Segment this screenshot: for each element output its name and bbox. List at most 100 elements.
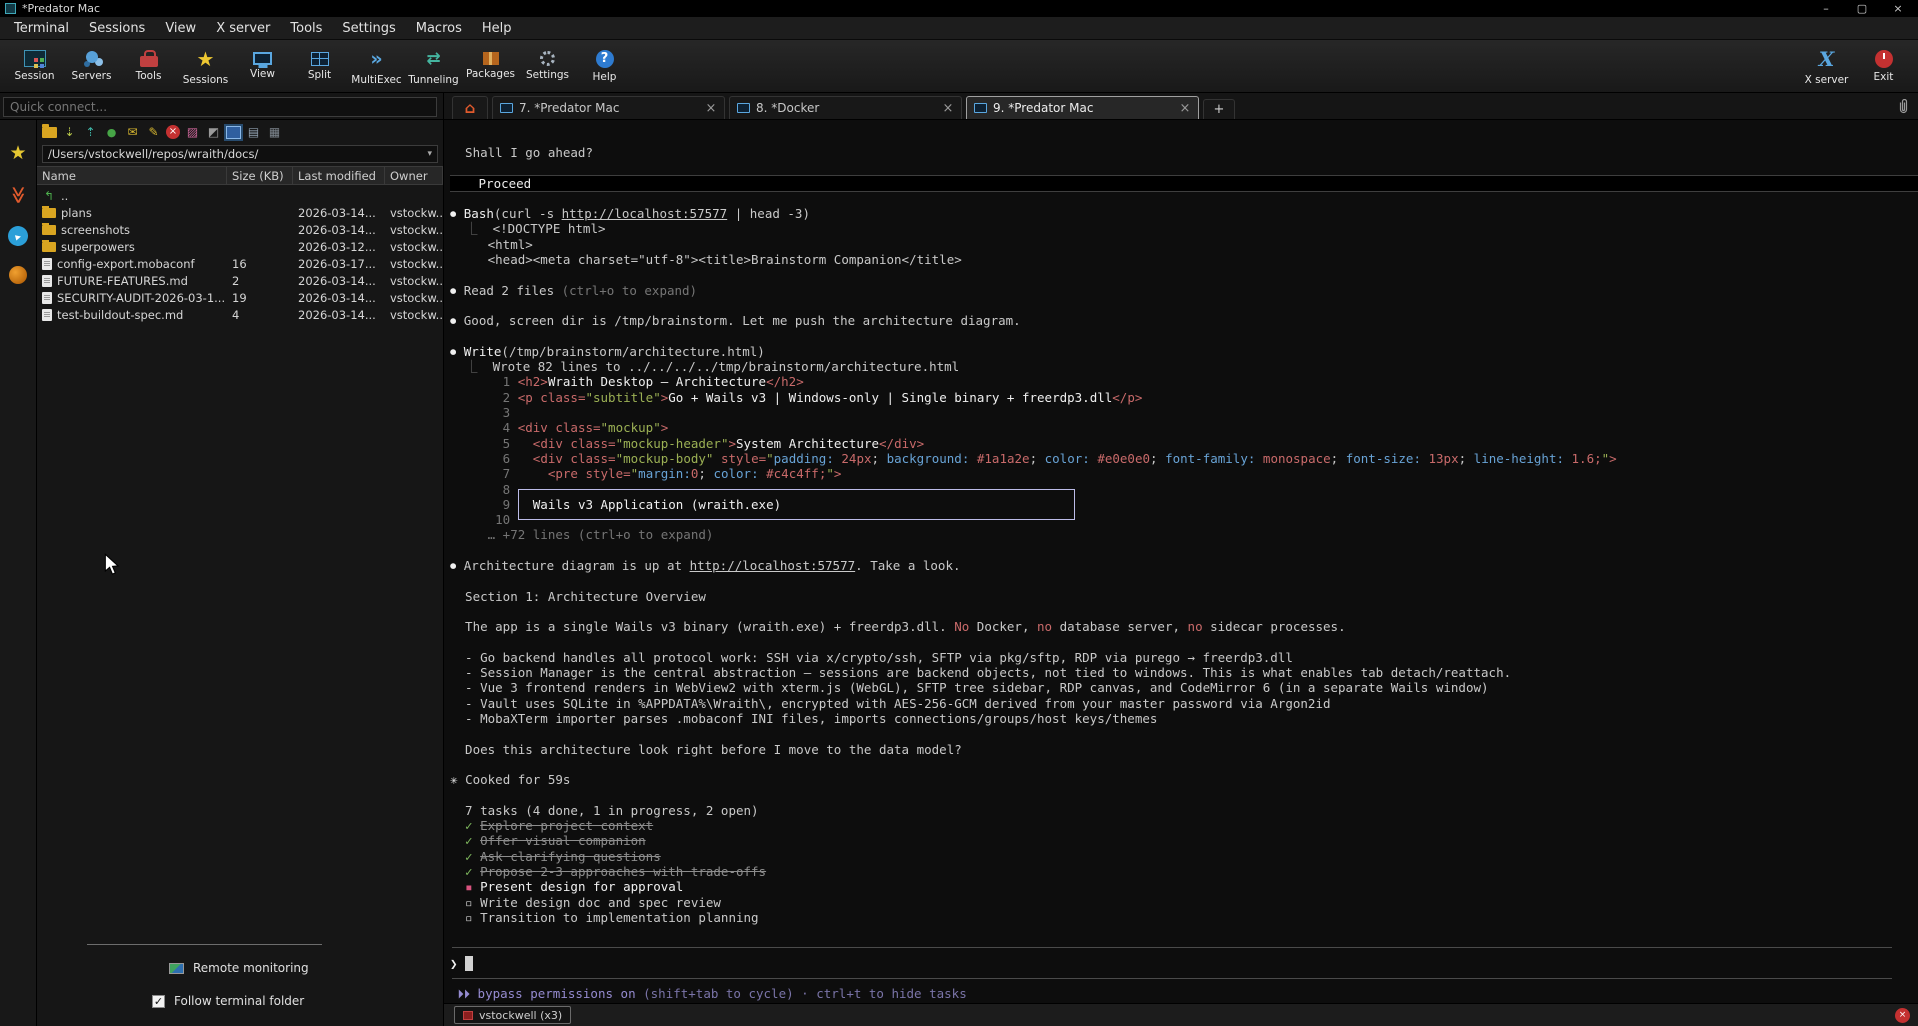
toolbar-x-server-button[interactable]: XX server <box>1798 42 1855 90</box>
panel-icon[interactable] <box>226 126 241 139</box>
favorites-star-icon[interactable]: ★ <box>7 142 29 164</box>
terminal-text: line-height: <box>1466 451 1564 466</box>
terminal-text: ; <box>698 466 706 481</box>
terminal-prompt[interactable]: ❯ <box>450 956 1918 971</box>
file-name: config-export.mobaconf <box>57 257 195 271</box>
toolbar-sessions-button[interactable]: ★Sessions <box>177 42 234 90</box>
clean-icon[interactable]: ▨ <box>184 124 201 140</box>
status-dot-icon[interactable] <box>9 266 27 284</box>
terminal-text: </p> <box>1112 390 1142 405</box>
toolbar-servers-button[interactable]: Servers <box>63 42 120 90</box>
scroll-icon[interactable]: ≫ <box>7 184 29 206</box>
toolbar-multiexec-button[interactable]: »MultiExec <box>348 42 405 90</box>
file-owner: vstockw... <box>385 291 443 305</box>
menu-help[interactable]: Help <box>472 19 522 38</box>
remote-monitoring-link[interactable]: Remote monitoring <box>37 957 443 979</box>
tab-close-icon[interactable] <box>942 101 954 116</box>
column-header-size-kb[interactable]: Size (KB) <box>227 167 293 184</box>
menu-sessions[interactable]: Sessions <box>79 19 155 38</box>
file-row[interactable]: ↰.. <box>37 187 443 204</box>
terminal[interactable]: Shall I go ahead? Proceed ⏺ Bash(curl -s… <box>444 120 1918 1003</box>
terminal-line <box>450 604 1918 619</box>
terminal-status-bar: vstockwell (x3) <box>444 1003 1918 1026</box>
column-header-last-modified[interactable]: Last modified <box>293 167 385 184</box>
terminal-text: <html> <box>450 237 533 252</box>
tab-8-docker[interactable]: 8. *Docker <box>729 96 962 119</box>
toolbar-packages-button[interactable]: Packages <box>462 42 519 90</box>
file-row[interactable]: SECURITY-AUDIT-2026-03-1...192026-03-14.… <box>37 289 443 306</box>
proceed-option[interactable]: Proceed <box>450 176 1918 191</box>
tools-icon[interactable]: ◩ <box>205 124 222 140</box>
close-icon[interactable] <box>1883 0 1913 17</box>
file-row[interactable]: screenshots2026-03-14...vstockw... <box>37 221 443 238</box>
terminal-text: no <box>1037 619 1052 634</box>
toolbar-tunneling-button[interactable]: ⇄Tunneling <box>405 42 462 90</box>
tab-close-icon[interactable] <box>1179 101 1191 116</box>
toolbar-settings-button[interactable]: Settings <box>519 42 576 90</box>
grid-icon[interactable]: ▦ <box>266 124 283 140</box>
file-icon <box>42 275 52 287</box>
terminal-line <box>450 925 1918 940</box>
terminal-tab-icon <box>737 103 750 113</box>
attachments-icon[interactable] <box>1897 99 1910 115</box>
terminal-line <box>450 298 1918 313</box>
file-row[interactable]: FUTURE-FEATURES.md22026-03-14...vstockw.… <box>37 272 443 289</box>
mobaxterm-window: *Predator Mac TerminalSessionsViewX serv… <box>0 0 1918 1026</box>
tab-close-icon[interactable] <box>705 101 717 116</box>
new-tab-button[interactable]: + <box>1203 99 1235 119</box>
toolbar-view-button[interactable]: View <box>234 42 291 90</box>
sync-icon[interactable]: ● <box>103 124 120 140</box>
toolbar-help-button[interactable]: ?Help <box>576 42 633 90</box>
column-header-name[interactable]: Name <box>37 167 227 184</box>
file-row[interactable]: plans2026-03-14...vstockw... <box>37 204 443 221</box>
toolbar-exit-button[interactable]: Exit <box>1855 42 1912 90</box>
toolbar-tools-button[interactable]: Tools <box>120 42 177 90</box>
file-name: SECURITY-AUDIT-2026-03-1... <box>57 291 225 305</box>
terminal-text: ▫ Write design doc and spec review <box>450 895 721 910</box>
edit-icon[interactable]: ✎ <box>145 124 162 140</box>
terminal-text: ⏺ <box>450 558 464 573</box>
terminal-text: "subtitle" <box>585 390 660 405</box>
new-folder-icon[interactable] <box>42 127 57 138</box>
terminal-text: Architecture diagram is up at <box>464 558 690 573</box>
quick-connect-wrap <box>0 93 444 119</box>
kill-session-icon[interactable] <box>1895 1008 1910 1023</box>
file-size: 19 <box>227 291 293 305</box>
file-row[interactable]: superpowers2026-03-12...vstockw... <box>37 238 443 255</box>
terminal-link[interactable]: http://localhost:57577 <box>690 558 856 573</box>
menu-settings[interactable]: Settings <box>332 19 405 38</box>
upload-icon[interactable]: ⇡ <box>82 124 99 140</box>
quick-connect-input[interactable] <box>3 97 437 117</box>
chevron-down-icon[interactable] <box>427 149 432 159</box>
file-row[interactable]: test-buildout-spec.md42026-03-14...vstoc… <box>37 306 443 323</box>
terminal-line: - MobaXTerm importer parses .mobaconf IN… <box>450 711 1918 726</box>
tab-9-predator-mac[interactable]: 9. *Predator Mac <box>966 96 1199 119</box>
minimize-icon[interactable] <box>1811 0 1841 17</box>
mail-icon[interactable]: ✉ <box>124 124 141 140</box>
follow-terminal-folder-checkbox[interactable] <box>152 995 165 1008</box>
file-row[interactable]: config-export.mobaconf162026-03-17...vst… <box>37 255 443 272</box>
pin-icon[interactable]: ▤ <box>245 124 262 140</box>
file-name-cell: config-export.mobaconf <box>37 257 227 271</box>
send-icon[interactable]: ▸ <box>6 224 30 248</box>
download-icon[interactable]: ⇣ <box>61 124 78 140</box>
menu-terminal[interactable]: Terminal <box>4 19 79 38</box>
stop-icon[interactable]: × <box>166 125 180 139</box>
terminal-link[interactable]: http://localhost:57577 <box>562 206 728 221</box>
menu-view[interactable]: View <box>155 19 206 38</box>
terminal-text: #1a1a2e <box>969 451 1029 466</box>
menu-macros[interactable]: Macros <box>406 19 472 38</box>
terminal-text: > <box>661 420 669 435</box>
tab-7-predator-mac[interactable]: 7. *Predator Mac <box>492 96 725 119</box>
toolbar-split-button[interactable]: Split <box>291 42 348 90</box>
toolbar-session-button[interactable]: Session <box>6 42 63 90</box>
column-header-owner[interactable]: Owner <box>385 167 443 184</box>
menu-x-server[interactable]: X server <box>206 19 280 38</box>
path-dropdown[interactable]: /Users/vstockwell/repos/wraith/docs/ <box>42 145 438 163</box>
terminal-text: color: <box>1037 451 1090 466</box>
maximize-icon[interactable] <box>1847 0 1877 17</box>
menu-tools[interactable]: Tools <box>280 19 332 38</box>
tab-home[interactable] <box>452 96 488 119</box>
session-taskbar-button[interactable]: vstockwell (x3) <box>454 1006 571 1024</box>
toolbar-label: Help <box>593 71 617 83</box>
